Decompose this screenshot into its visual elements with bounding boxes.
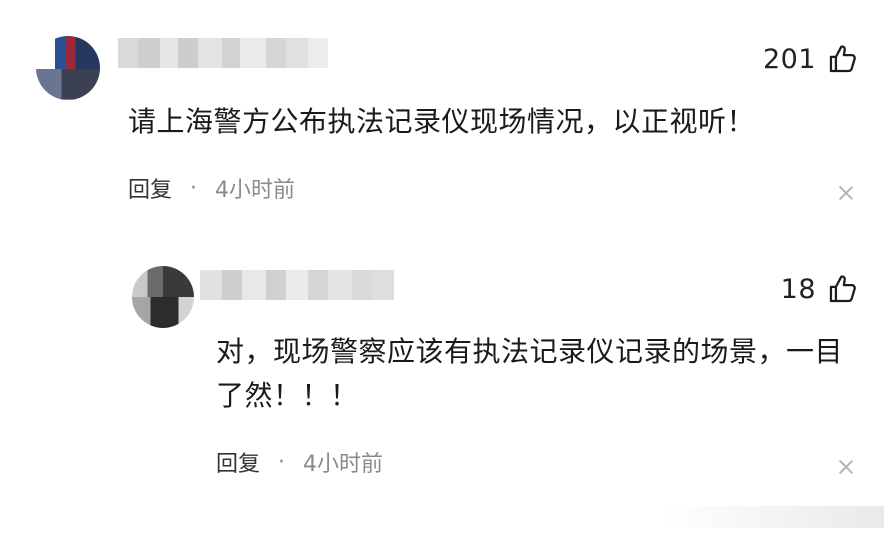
like-button[interactable]: 18 (781, 272, 860, 306)
comment-text: 请上海警方公布执法记录仪现场情况，以正视听！ (128, 105, 756, 138)
thumbs-up-icon (829, 275, 856, 303)
separator-dot: · (278, 449, 286, 475)
reply-button[interactable]: 回复 (128, 172, 172, 204)
like-button[interactable]: 201 (763, 42, 860, 76)
reply-button[interactable]: 回复 (216, 446, 260, 478)
comment-meta: 回复 · 4小时前 (128, 172, 295, 204)
close-icon[interactable] (838, 185, 854, 201)
separator-dot: · (190, 175, 198, 201)
thumbs-up-icon (829, 45, 856, 73)
like-count: 201 (762, 43, 816, 75)
close-icon[interactable] (838, 459, 854, 475)
like-count: 18 (780, 273, 816, 305)
timestamp: 4小时前 (215, 178, 296, 203)
comment-text: 对，现场警察应该有执法记录仪记录的场景，一目了然！！！ (216, 335, 844, 412)
comment-meta: 回复 · 4小时前 (216, 446, 383, 478)
avatar[interactable] (132, 266, 194, 328)
timestamp: 4小时前 (303, 452, 384, 477)
username-blurred[interactable] (118, 38, 328, 68)
avatar[interactable] (36, 36, 100, 100)
watermark (664, 506, 884, 528)
username-blurred[interactable] (200, 270, 394, 300)
